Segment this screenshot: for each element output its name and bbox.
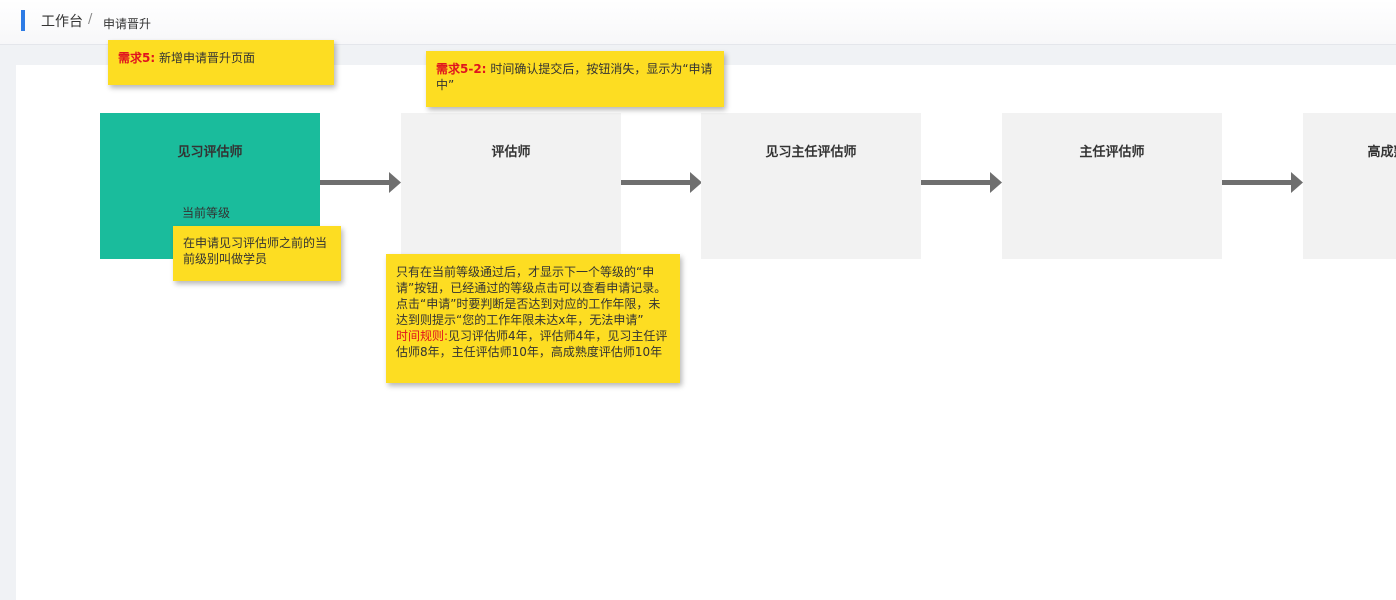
level-title: 高成熟度评估师 [1367,145,1396,160]
note-text: 只有在当前等级通过后，才显示下一个等级的“申请”按钮，已经通过的等级点击可以查看… [396,265,667,327]
note-text: 在申请见习评估师之前的当前级别叫做学员 [183,236,328,266]
requirement-tag: 需求5-2: [436,62,487,76]
time-rule-tag: 时间规则: [396,329,449,343]
flow-arrow-icon [921,172,1002,193]
apprentice-explanation-note: 在申请见习评估师之前的当前级别叫做学员 [173,226,341,281]
requirement-text: 新增申请晋升页面 [158,51,255,65]
level-card-chief-assessor[interactable]: 主任评估师 [1002,113,1222,259]
level-title: 见习主任评估师 [765,145,857,160]
current-level-label: 当前等级 [182,206,231,220]
requirement-5-2-note: 需求5-2: 时间确认提交后，按钮消失，显示为“申请中” [426,51,724,107]
requirement-tag: 需求5: [118,51,156,65]
level-card-apprentice-chief-assessor[interactable]: 见习主任评估师 [701,113,921,259]
application-rules-note: 只有在当前等级通过后，才显示下一个等级的“申请”按钮，已经通过的等级点击可以查看… [386,254,680,383]
requirement-5-note: 需求5: 新增申请晋升页面 [108,40,334,85]
flow-arrow-icon [320,172,401,193]
breadcrumb-accent-bar [21,10,25,31]
flow-arrow-icon [621,172,702,193]
level-card-high-maturity-assessor[interactable]: 高成熟度评估师 [1303,113,1396,259]
flow-arrow-icon [1222,172,1303,193]
level-title: 评估师 [491,145,531,160]
level-title: 主任评估师 [1079,145,1145,160]
level-card-assessor[interactable]: 评估师 [401,113,621,259]
breadcrumb-workbench-link[interactable]: 工作台 [41,11,83,31]
breadcrumb-separator: / [88,12,93,27]
level-title: 见习评估师 [177,145,243,160]
breadcrumb-current: 申请晋升 [103,17,152,31]
top-bar: 工作台 / 申请晋升 [0,0,1396,45]
